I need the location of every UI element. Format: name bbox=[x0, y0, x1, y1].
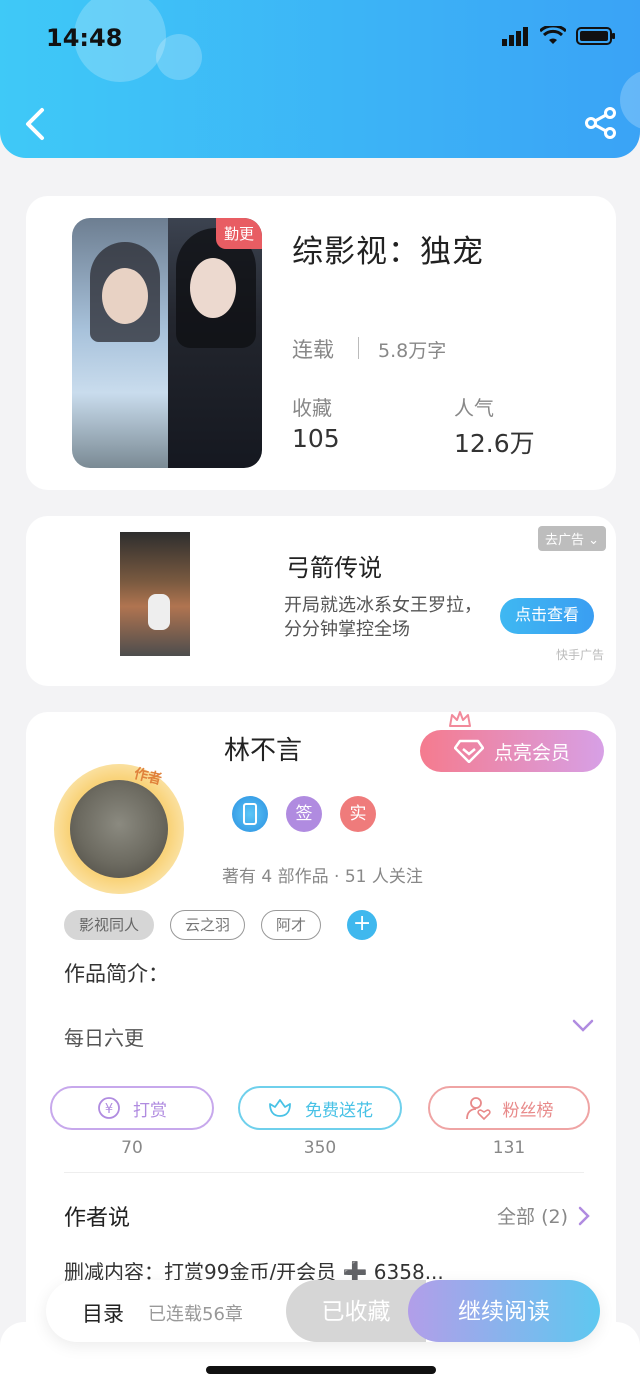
fan-rank-button[interactable]: 粉丝榜 bbox=[428, 1086, 590, 1130]
reward-count: 70 bbox=[121, 1138, 143, 1158]
fan-rank-label: 粉丝榜 bbox=[502, 1100, 554, 1121]
reward-label: 打赏 bbox=[133, 1100, 167, 1121]
chevron-down-icon: ⌄ bbox=[588, 533, 599, 548]
collect-label: 收藏 bbox=[292, 396, 332, 420]
cover-figure bbox=[102, 268, 148, 324]
chevron-down-icon[interactable] bbox=[572, 1018, 594, 1034]
avatar-image bbox=[70, 780, 168, 878]
bubble-decoration bbox=[620, 70, 640, 130]
vip-button[interactable]: 点亮会员 bbox=[420, 730, 604, 772]
reward-button[interactable]: ¥ 打赏 bbox=[50, 1086, 214, 1130]
signal-icon bbox=[502, 27, 528, 46]
send-flower-label: 免费送花 bbox=[305, 1100, 373, 1121]
flower-icon bbox=[269, 1099, 291, 1117]
ad-thumbnail-figure bbox=[148, 594, 170, 630]
ad-source: 快手广告 bbox=[555, 648, 604, 662]
cover-figure bbox=[190, 258, 236, 318]
book-tags: 影视同人 云之羽 阿才 + bbox=[64, 910, 378, 940]
collect-value: 105 bbox=[292, 424, 340, 453]
book-title: 综影视：独宠 bbox=[292, 234, 484, 270]
wifi-icon bbox=[540, 26, 566, 44]
battery-icon bbox=[576, 27, 615, 45]
remove-ad-button[interactable]: 去广告 ⌄ bbox=[537, 526, 606, 551]
home-indicator bbox=[206, 1366, 436, 1374]
bubble-decoration bbox=[156, 34, 202, 80]
divider bbox=[64, 1172, 584, 1173]
status-icons bbox=[502, 26, 616, 46]
add-tag-icon[interactable]: + bbox=[347, 910, 378, 940]
intro-label: 作品简介： bbox=[64, 962, 169, 986]
user-heart-icon bbox=[465, 1097, 491, 1121]
crown-icon bbox=[449, 711, 471, 727]
fan-count: 131 bbox=[492, 1138, 526, 1158]
word-count: 5.8万字 bbox=[378, 340, 447, 362]
book-info-card: 勤更 综影视：独宠 连载 5.8万字 收藏 105 人气 12.6万 bbox=[26, 196, 616, 490]
remove-ad-label: 去广告 bbox=[544, 533, 584, 548]
verified-badge[interactable]: 实 bbox=[340, 796, 376, 832]
chapter-count: 已连载56章 bbox=[148, 1304, 243, 1325]
collected-button[interactable]: 已收藏 bbox=[286, 1280, 426, 1342]
flower-count: 350 bbox=[303, 1138, 337, 1158]
phone-verified-icon[interactable] bbox=[232, 796, 268, 832]
tag-item[interactable]: 云之羽 bbox=[170, 910, 246, 940]
tag-item[interactable]: 影视同人 bbox=[64, 910, 155, 940]
tag-item[interactable]: 阿才 bbox=[261, 910, 322, 940]
view-all-link[interactable]: 全部 (2) bbox=[497, 1202, 590, 1229]
popularity-label: 人气 bbox=[454, 396, 494, 420]
divider bbox=[358, 337, 359, 359]
vip-label: 点亮会员 bbox=[493, 742, 570, 764]
author-name: 林不言 bbox=[224, 736, 303, 766]
diamond-icon bbox=[453, 739, 484, 763]
continue-reading-button[interactable]: 继续阅读 bbox=[408, 1280, 600, 1342]
intro-text: 每日六更 bbox=[64, 1026, 144, 1050]
yuan-icon: ¥ bbox=[98, 1097, 120, 1119]
author-meta: 著有 4 部作品 · 51 人关注 bbox=[222, 867, 423, 887]
back-icon[interactable] bbox=[20, 104, 52, 144]
phone-icon bbox=[243, 803, 257, 825]
ad-description: 开局就选冰系女王罗拉，分分钟掌控全场 bbox=[284, 595, 482, 640]
ad-card[interactable]: 弓箭传说 开局就选冰系女王罗拉，分分钟掌控全场 去广告 ⌄ 点击查看 快手广告 bbox=[26, 516, 616, 686]
share-icon[interactable] bbox=[584, 106, 618, 140]
ad-thumbnail[interactable] bbox=[120, 532, 190, 656]
svg-text:¥: ¥ bbox=[105, 1102, 113, 1117]
bottom-action-bar: 目录 已连载56章 已收藏 继续阅读 bbox=[46, 1280, 600, 1342]
ad-title: 弓箭传说 bbox=[286, 554, 382, 582]
send-flower-button[interactable]: 免费送花 bbox=[238, 1086, 402, 1130]
book-cover[interactable]: 勤更 bbox=[72, 218, 262, 468]
status-time: 14:48 bbox=[46, 24, 123, 52]
author-says-title: 作者说 bbox=[64, 1206, 131, 1231]
view-all-label: 全部 (2) bbox=[497, 1206, 568, 1228]
author-avatar[interactable]: 作者 bbox=[54, 764, 184, 894]
toc-button[interactable]: 目录 bbox=[82, 1298, 124, 1328]
update-badge: 勤更 bbox=[215, 218, 262, 249]
top-header: 14:48 bbox=[0, 0, 640, 158]
popularity-value: 12.6万 bbox=[454, 429, 535, 458]
book-status: 连载 bbox=[292, 338, 334, 362]
ad-cta-button[interactable]: 点击查看 bbox=[500, 598, 594, 634]
author-card: 作者 林不言 点亮会员 签 实 著有 4 部作品 · 51 人关注 影视同人 云… bbox=[26, 711, 616, 1352]
chevron-right-icon bbox=[578, 1206, 590, 1225]
signed-badge[interactable]: 签 bbox=[286, 796, 322, 832]
